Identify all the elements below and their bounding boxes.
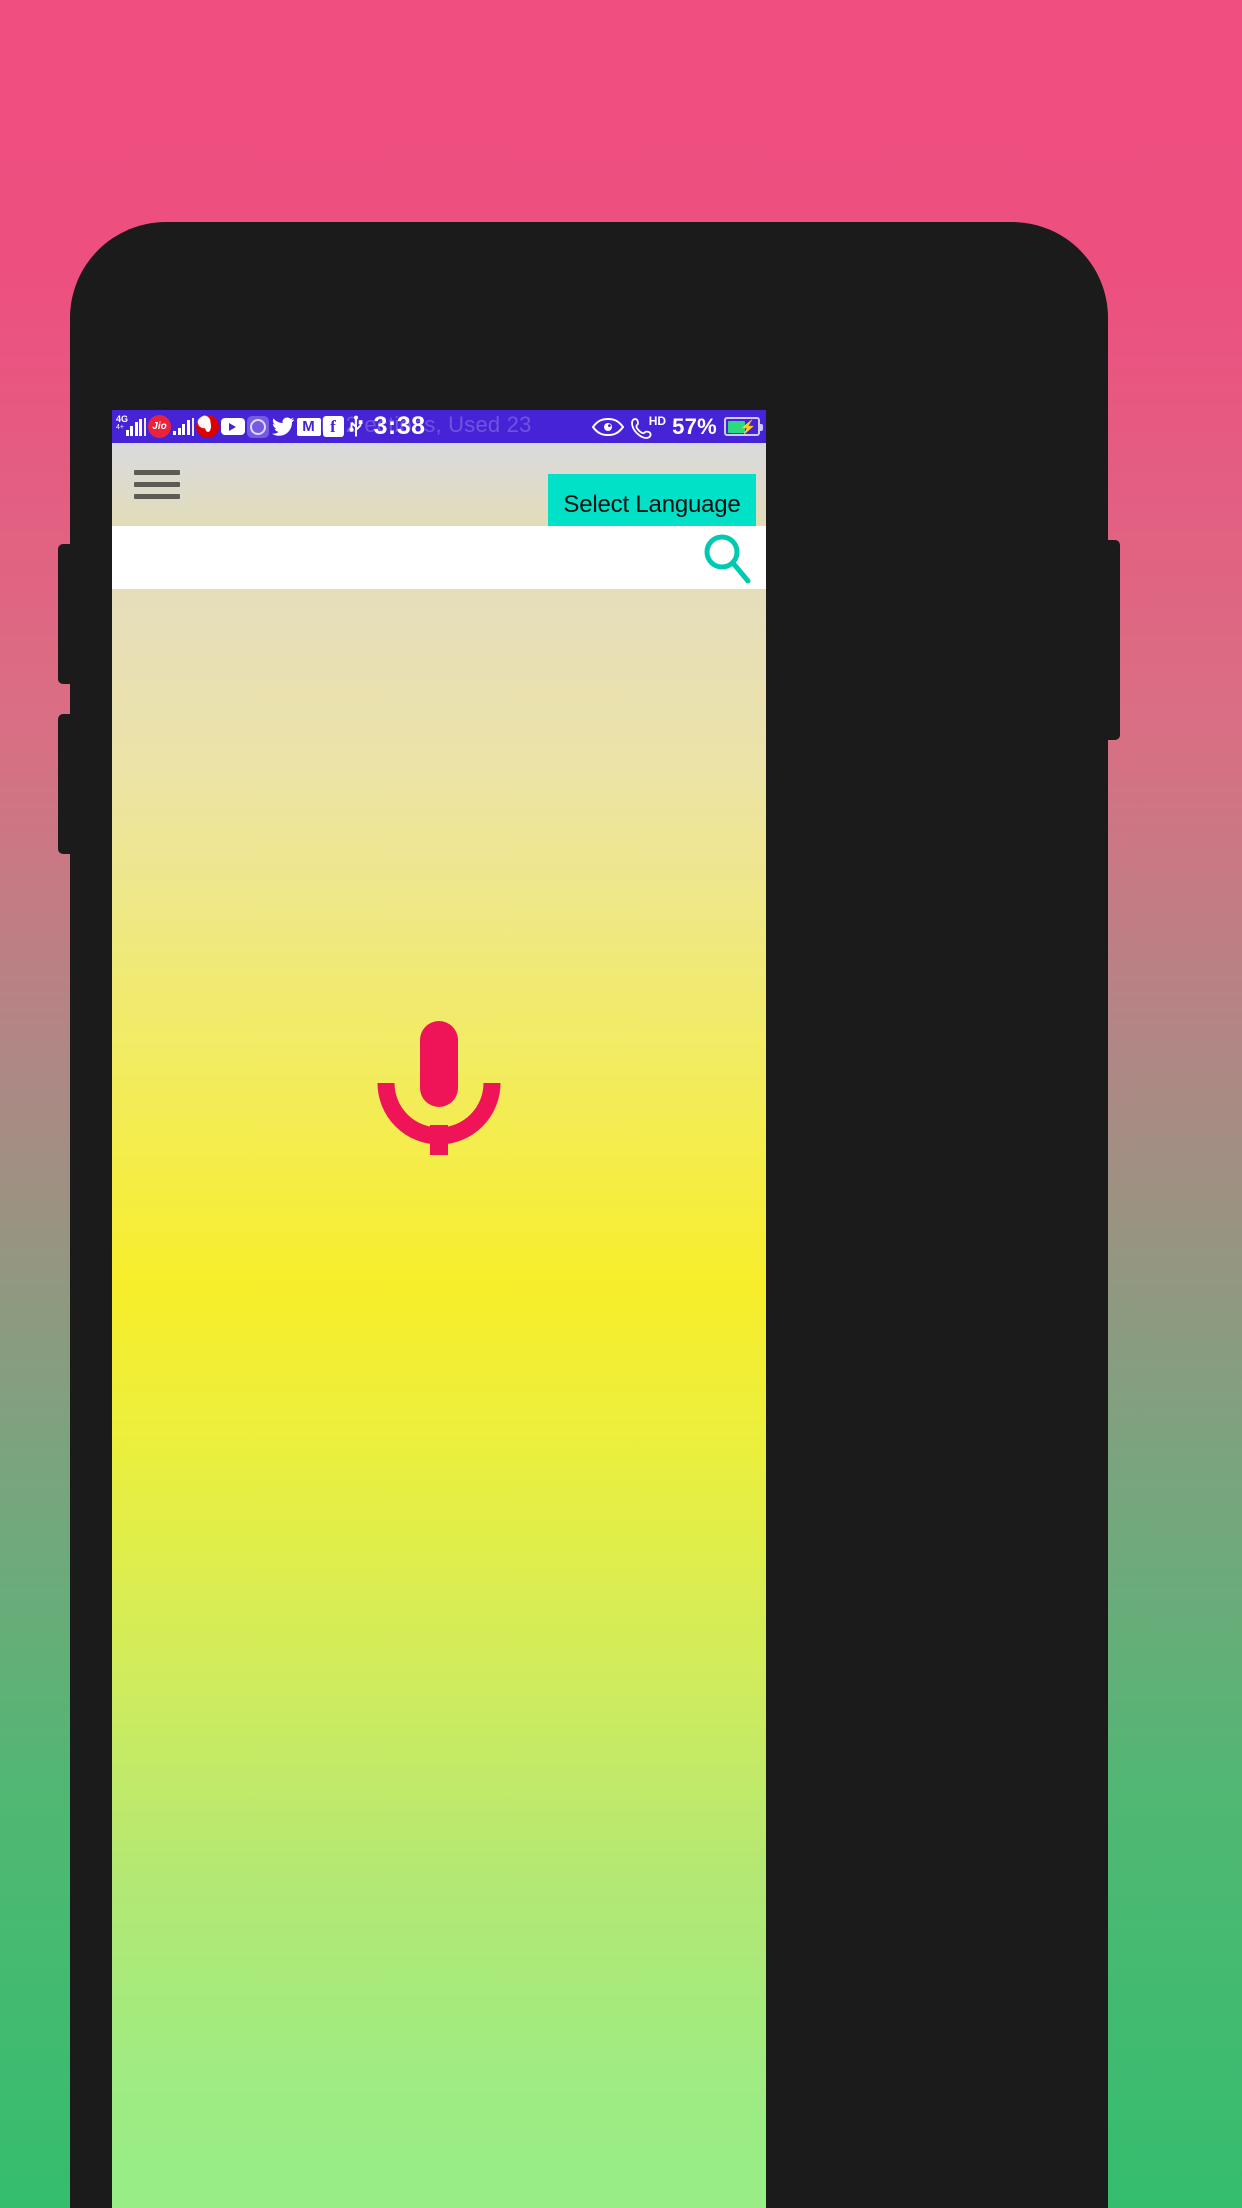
status-divider xyxy=(144,417,146,436)
signal-bars-icon xyxy=(173,418,190,435)
usb-icon xyxy=(346,415,366,439)
signal-4g-icon: 4G 4+ xyxy=(116,414,142,438)
microphone-icon[interactable] xyxy=(364,1013,514,1163)
status-bar-clock: 3:38 xyxy=(373,412,426,440)
volume-up-button[interactable] xyxy=(58,544,72,684)
volte-hd-icon: HD xyxy=(631,415,666,439)
status-bar-left-icons: 4G 4+ Jio M f xyxy=(116,414,366,439)
youtube-icon xyxy=(220,418,245,435)
volume-down-button[interactable] xyxy=(58,714,72,854)
app-body xyxy=(112,589,766,2208)
search-bar xyxy=(112,526,766,589)
vodafone-icon xyxy=(195,415,219,438)
status-divider-2 xyxy=(191,417,194,436)
wallpaper-background: ot : 2 ections, Used 23 4G 4+ Jio M f 3:… xyxy=(0,0,1242,2208)
jio-icon: Jio xyxy=(148,415,171,438)
app-header-bar: Select Language xyxy=(112,443,766,536)
gmail-icon: M xyxy=(296,417,321,436)
battery-charging-icon: ⚡ xyxy=(724,417,763,436)
facebook-icon: f xyxy=(322,416,344,437)
search-input[interactable] xyxy=(112,526,688,589)
hamburger-menu-icon[interactable] xyxy=(134,465,180,505)
power-button[interactable] xyxy=(1106,540,1120,740)
status-bar-right-icons: HD 57% ⚡ xyxy=(592,413,763,440)
eye-care-icon xyxy=(592,417,625,437)
phone-device-frame: ot : 2 ections, Used 23 4G 4+ Jio M f 3:… xyxy=(58,222,1120,2208)
battery-percent-label: 57% xyxy=(672,413,717,439)
phone-screen: ot : 2 ections, Used 23 4G 4+ Jio M f 3:… xyxy=(112,410,766,2208)
status-bar[interactable]: ot : 2 ections, Used 23 4G 4+ Jio M f 3:… xyxy=(112,410,766,443)
app-circle-icon xyxy=(246,415,269,438)
search-icon[interactable] xyxy=(688,526,766,589)
twitter-icon xyxy=(271,417,295,437)
